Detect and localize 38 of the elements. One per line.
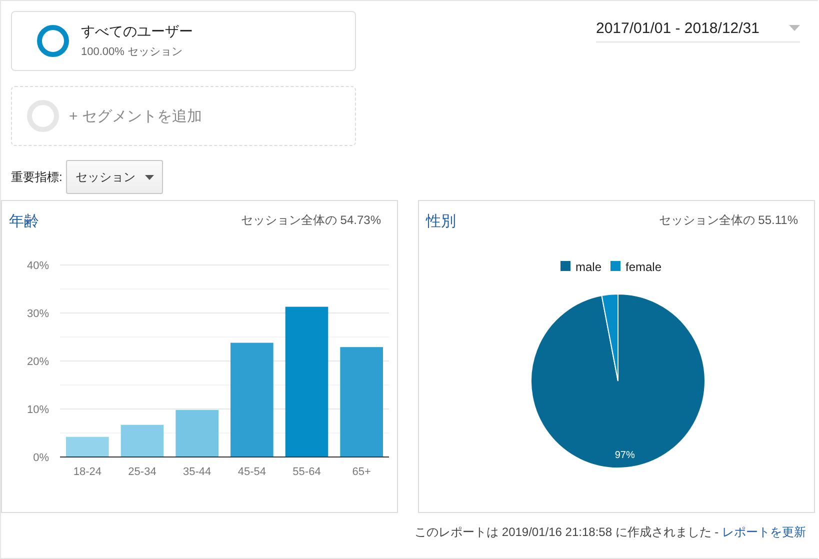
axis-label: 30% [26,308,49,320]
bar [66,436,109,457]
segment-title: すべてのユーザー [81,23,193,41]
metric-dropdown[interactable]: セッション [66,160,164,194]
report-footer: このレポートは 2019/01/16 21:18:58 に作成されました - レポートを更新 [414,525,806,539]
donut-icon [37,25,69,57]
legend-label: male [576,260,602,274]
panel-summary: セッション全体の 55.11% [658,212,798,229]
caret-icon [145,174,154,180]
panel-title: 性別 [426,212,456,232]
data-label: 97% [614,450,635,461]
donut-icon [27,100,59,132]
legend-swatch [610,261,620,271]
axis-label: 20% [26,356,49,368]
axis-label: 10% [26,404,49,416]
bar [176,410,218,457]
legend-swatch [560,261,570,271]
add-segment-card[interactable]: + セグメントを追加 [11,86,356,146]
date-range: 2017/01/01 - 2018/12/31 [596,20,760,36]
metric-label: 重要指標: [11,168,62,186]
axis-label: 45-54 [238,466,266,478]
segment-card[interactable]: すべてのユーザー 100.00% セッション [11,11,356,71]
panel-summary: セッション全体の 54.73% [240,212,381,229]
axis-label: 65+ [352,466,371,478]
axis-label: 0% [33,452,49,464]
date-range-picker[interactable]: 2017/01/01 - 2018/12/31 [596,15,800,43]
axis-label: 18-24 [73,466,102,478]
panel-title: 年齢 [9,212,39,232]
axis-label: 55-64 [292,466,321,478]
segment-title: + セグメントを追加 [69,106,202,126]
bar [120,424,164,457]
segment-subtitle: 100.00% セッション [81,45,184,59]
axis-label: 25-34 [128,466,156,478]
axis-label: 40% [26,260,49,272]
caret-icon [789,25,800,31]
axis-label: 35-44 [183,466,212,478]
legend-label: female [626,260,662,274]
refresh-report-link[interactable]: レポートを更新 [722,525,806,539]
